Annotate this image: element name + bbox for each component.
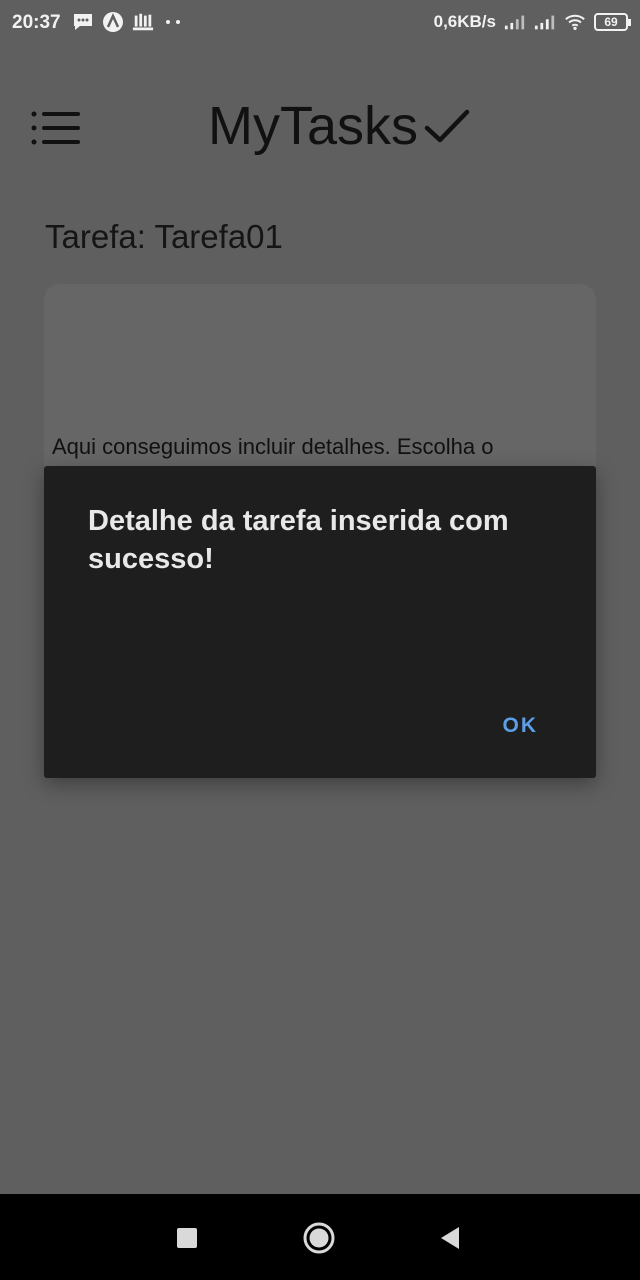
status-bar: 20:37 0,6KB/s 69 bbox=[0, 0, 640, 50]
signal-icon-2 bbox=[534, 11, 556, 33]
success-dialog: Detalhe da tarefa inserida com sucesso! … bbox=[44, 466, 596, 778]
message-icon bbox=[72, 11, 94, 33]
checkmark-icon bbox=[424, 109, 470, 143]
task-title: Tarefa: Tarefa01 bbox=[45, 218, 283, 255]
network-speed: 0,6KB/s bbox=[433, 12, 496, 31]
dialog-ok-button[interactable]: OK bbox=[503, 714, 539, 738]
system-navigation-bar bbox=[0, 1194, 640, 1280]
status-system-icons: 0,6KB/s 69 bbox=[433, 11, 631, 33]
status-time: 20:37 bbox=[12, 12, 61, 33]
library-icon bbox=[132, 11, 154, 33]
app-title-text: MyTasks bbox=[208, 96, 419, 156]
status-notification-icons bbox=[72, 11, 184, 33]
dialog-message: Detalhe da tarefa inserida com sucesso! bbox=[88, 505, 509, 575]
battery-icon: 69 bbox=[594, 13, 631, 31]
recent-apps-icon[interactable] bbox=[171, 1222, 203, 1254]
more-dots-icon bbox=[162, 11, 184, 33]
home-icon[interactable] bbox=[303, 1222, 335, 1254]
app-a-icon bbox=[102, 11, 124, 33]
task-detail-card[interactable]: Aqui conseguimos incluir detalhes. Escol… bbox=[44, 284, 596, 484]
app-title: MyTasks bbox=[208, 95, 470, 157]
back-icon[interactable] bbox=[434, 1222, 466, 1254]
signal-icon bbox=[504, 11, 526, 33]
hamburger-menu-icon[interactable] bbox=[30, 108, 84, 148]
wifi-icon bbox=[564, 11, 586, 33]
task-detail-text: Aqui conseguimos incluir detalhes. Escol… bbox=[52, 434, 494, 459]
